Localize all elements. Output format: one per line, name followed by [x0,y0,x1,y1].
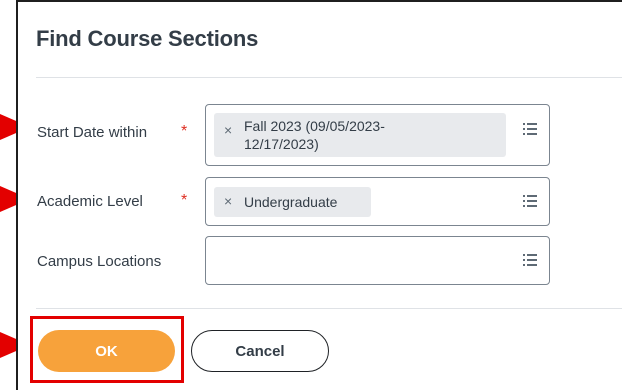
cancel-button[interactable]: Cancel [191,330,329,372]
academic-level-label: Academic Level [37,193,143,210]
academic-level-required-marker: * [181,192,188,209]
footer-divider [36,308,622,309]
dialog-title: Find Course Sections [36,26,259,51]
list-prompt-icon[interactable] [523,254,537,266]
start-date-field[interactable]: × Fall 2023 (09/05/2023- 12/17/2023) [205,104,550,166]
list-prompt-icon[interactable] [523,195,537,207]
start-date-selected-pill: × Fall 2023 (09/05/2023- 12/17/2023) [214,113,506,157]
start-date-required-marker: * [181,123,188,140]
campus-locations-field[interactable] [205,236,550,285]
ok-button[interactable]: OK [38,330,175,372]
academic-level-field[interactable]: × Undergraduate [205,177,550,226]
header-divider [36,77,622,78]
list-prompt-icon[interactable] [523,123,537,135]
start-date-label: Start Date within [37,124,148,141]
remove-academic-level-icon[interactable]: × [224,193,232,209]
start-date-selected-value: Fall 2023 (09/05/2023- 12/17/2023) [244,118,385,152]
remove-start-date-icon[interactable]: × [224,122,232,138]
campus-locations-label: Campus Locations [37,253,162,270]
academic-level-selected-value: Undergraduate [244,194,338,210]
academic-level-selected-pill: × Undergraduate [214,187,371,217]
